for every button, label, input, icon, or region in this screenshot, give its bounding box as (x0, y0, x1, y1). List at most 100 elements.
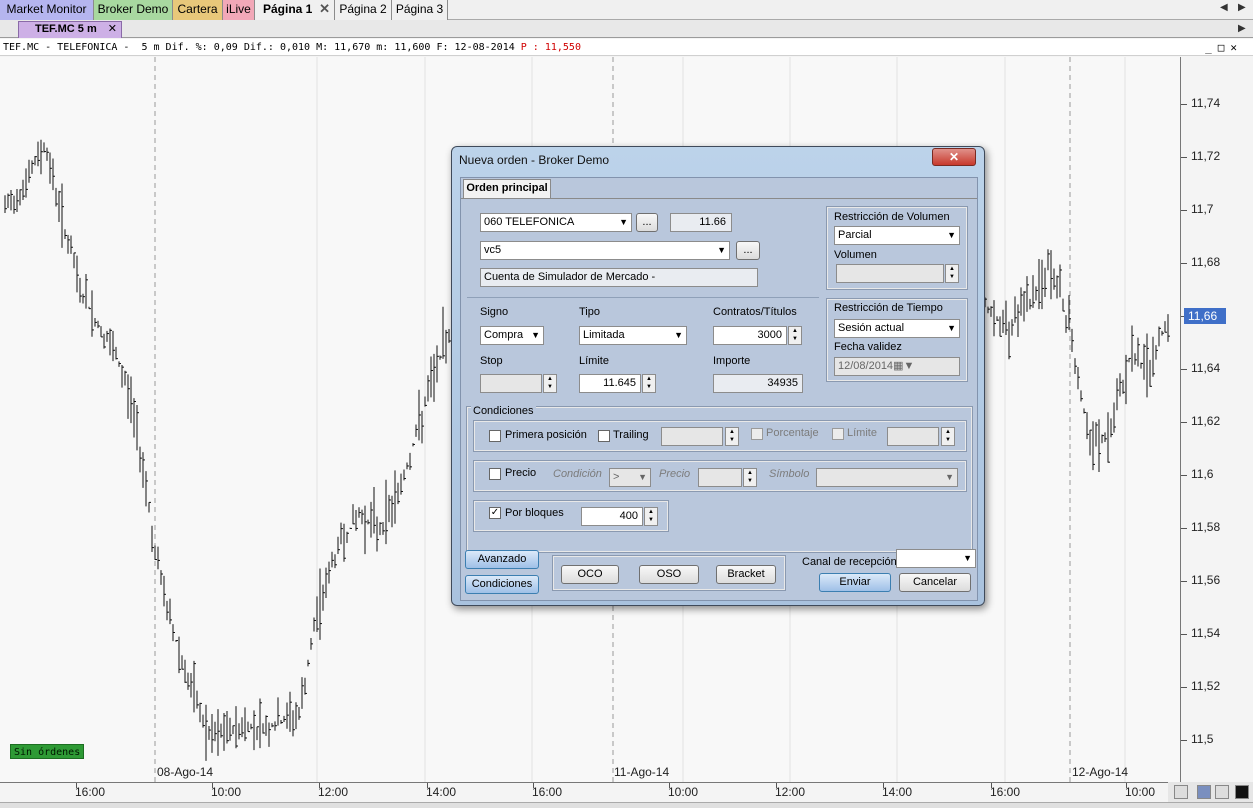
tab-pagina-2[interactable]: Página 2 (335, 0, 392, 20)
volume-spinner[interactable]: ▲ ▼ (945, 264, 959, 283)
limite-input[interactable]: 11.645 (579, 374, 641, 393)
y-tick-label: 11,52 (1191, 679, 1221, 693)
close-icon[interactable]: ✕ (108, 22, 117, 37)
bracket-button[interactable]: Bracket (716, 565, 776, 584)
limite-cond-spinner[interactable]: ▲ ▼ (941, 427, 955, 446)
limite-label: Límite (579, 355, 609, 367)
chart-tab-label: TEF.MC 5 m (35, 23, 97, 35)
account-select[interactable]: vc5 ▼ (480, 241, 730, 260)
tab-ilive[interactable]: iLive (223, 0, 255, 20)
oso-button[interactable]: OSO (639, 565, 699, 584)
stop-input[interactable] (480, 374, 542, 393)
chart-tabs: TEF.MC 5 m ✕ ▶ (0, 20, 1253, 38)
condicion-select[interactable]: > ▼ (609, 468, 651, 487)
tab-label: Market Monitor (6, 2, 87, 16)
por-bloques-checkbox[interactable]: ✓ (489, 507, 501, 519)
instrument-select[interactable]: 060 TELEFONICA ▼ (480, 213, 632, 232)
trailing-input[interactable] (661, 427, 723, 446)
scroll-right-icon[interactable]: ▶ (1238, 2, 1246, 13)
stop-label: Stop (480, 355, 503, 367)
x-tick-label: 14:00 (426, 785, 457, 799)
contratos-label: Contratos/Títulos (713, 306, 797, 318)
pin-icon[interactable] (1215, 785, 1229, 799)
y-tick (1181, 263, 1187, 264)
chevron-down-icon: ▼ (947, 323, 956, 333)
por-bloques-label: Por bloques (505, 507, 564, 519)
y-tick-label: 11,5 (1191, 732, 1214, 746)
instrument-browse-button[interactable]: ... (636, 213, 658, 232)
importe-display: 34935 (713, 374, 803, 393)
dialog-close-button[interactable]: ✕ (932, 148, 976, 166)
tab-chart[interactable]: TEF.MC 5 m ✕ (18, 21, 122, 38)
account-browse-button[interactable]: ... (736, 241, 760, 260)
color-icon[interactable] (1235, 785, 1249, 799)
time-restriction-select[interactable]: Sesión actual ▼ (834, 319, 960, 338)
bloques-input[interactable]: 400 (581, 507, 643, 526)
tab-label: Broker Demo (97, 2, 169, 16)
signo-label: Signo (480, 306, 509, 318)
primera-checkbox[interactable] (489, 430, 501, 442)
condicion-value: > (613, 471, 620, 483)
simbolo-select[interactable]: ▼ (816, 468, 958, 487)
scroll-left-icon[interactable]: ◀ (1220, 2, 1228, 13)
x-tick-label: 12:00 (775, 785, 806, 799)
canal-label: Canal de recepción (802, 556, 897, 568)
enviar-button[interactable]: Enviar (819, 573, 891, 592)
limite-cond-checkbox[interactable] (832, 428, 844, 440)
tab-broker-demo[interactable]: Broker Demo (94, 0, 173, 20)
y-tick (1181, 475, 1187, 476)
volume-restriction-select[interactable]: Parcial ▼ (834, 226, 960, 245)
volume-input[interactable] (836, 264, 944, 283)
tab-cartera[interactable]: Cartera (173, 0, 223, 20)
tab-market-monitor[interactable]: Market Monitor (0, 0, 94, 20)
precio-checkbox[interactable] (489, 468, 501, 480)
price-display: 11.66 (670, 213, 732, 232)
tipo-label: Tipo (579, 306, 600, 318)
trailing-spinner[interactable]: ▲ ▼ (725, 427, 739, 446)
cancelar-button[interactable]: Cancelar (899, 573, 971, 592)
precio-cond-spinner[interactable]: ▲ ▼ (743, 468, 757, 487)
contratos-input[interactable]: 3000 (713, 326, 787, 345)
volume-restriction-title: Restricción de Volumen (834, 211, 950, 223)
y-tick (1181, 528, 1187, 529)
porcentaje-checkbox[interactable] (751, 428, 763, 440)
close-icon[interactable]: ✕ (319, 0, 330, 18)
limite-cond-label: Límite (847, 427, 877, 439)
time-restriction-value: Sesión actual (838, 322, 905, 334)
last-price-text: P : 11,550 (520, 42, 581, 53)
limite-cond-input[interactable] (887, 427, 939, 446)
x-tick-label: 10:00 (668, 785, 699, 799)
tab-orden-principal[interactable]: Orden principal (463, 179, 551, 198)
importe-label: Importe (713, 355, 751, 367)
save-icon[interactable] (1197, 785, 1211, 799)
y-tick-label: 11,68 (1191, 255, 1221, 269)
signo-select[interactable]: Compra ▼ (480, 326, 544, 345)
tab-underline (461, 198, 977, 199)
condiciones-button[interactable]: Condiciones (465, 575, 539, 594)
oco-button[interactable]: OCO (561, 565, 619, 584)
chart-tool-icon[interactable] (1174, 785, 1188, 799)
limite-spinner[interactable]: ▲ ▼ (642, 374, 656, 393)
trailing-checkbox[interactable] (598, 430, 610, 442)
account-description: Cuenta de Simulador de Mercado - (480, 268, 758, 287)
window-controls[interactable]: _□✕ (1205, 39, 1243, 56)
tab-label: Página 1 (263, 2, 313, 16)
chevron-down-icon: ▼ (945, 472, 954, 482)
chevron-down-icon: ▼ (531, 330, 540, 340)
stop-spinner[interactable]: ▲ ▼ (543, 374, 557, 393)
contratos-spinner[interactable]: ▲ ▼ (788, 326, 802, 345)
y-tick-label: 11,58 (1191, 520, 1221, 534)
chevron-down-icon: ▼ (947, 230, 956, 240)
bloques-spinner[interactable]: ▲ ▼ (644, 507, 658, 526)
date-input[interactable]: 12/08/2014▦▼ (834, 357, 960, 376)
canal-select[interactable]: ▼ (896, 549, 976, 568)
precio-cond-input[interactable] (698, 468, 742, 487)
tab-pagina-3[interactable]: Página 3 (392, 0, 448, 20)
tipo-select[interactable]: Limitada ▼ (579, 326, 687, 345)
avanzado-button[interactable]: Avanzado (465, 550, 539, 569)
instrument-value: 060 TELEFONICA (484, 216, 575, 228)
y-tick-label: 11,7 (1191, 202, 1214, 216)
tab-pagina-1[interactable]: Página 1 ✕ (255, 0, 335, 20)
y-tick (1181, 157, 1187, 158)
chevron-right-icon[interactable]: ▶ (1238, 23, 1246, 34)
